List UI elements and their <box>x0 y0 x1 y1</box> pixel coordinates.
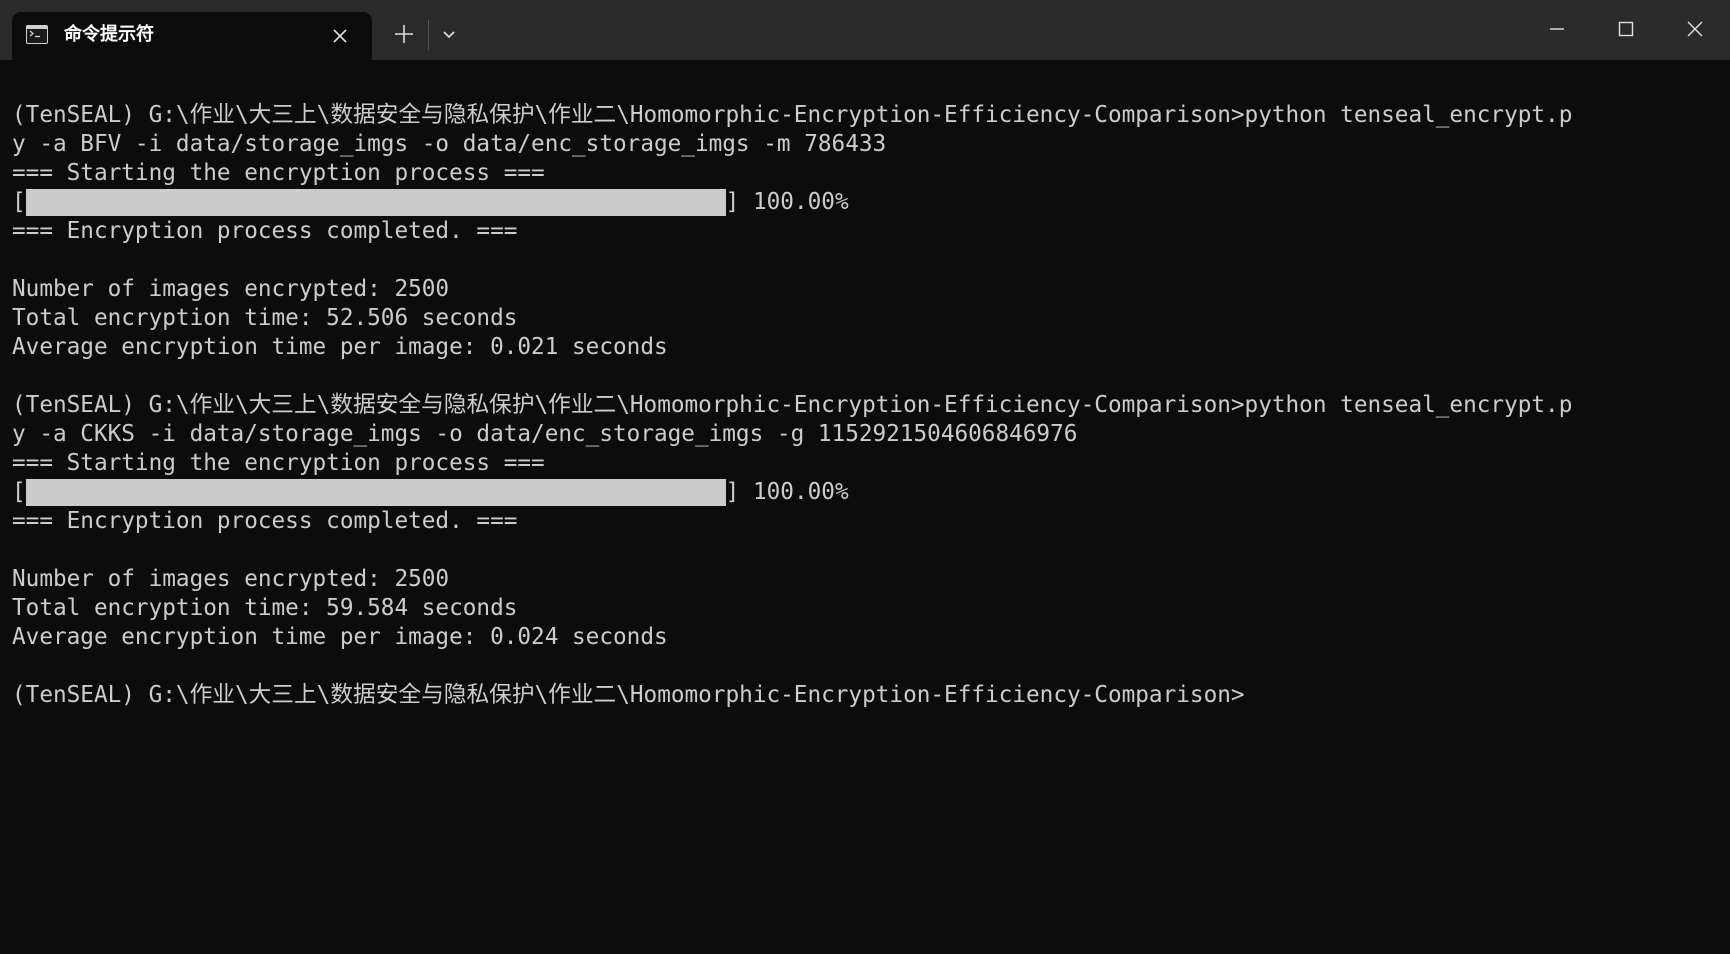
terminal-line: Total encryption time: 59.584 seconds <box>12 595 518 621</box>
tab-dropdown-button[interactable] <box>440 26 458 44</box>
terminal-line: (TenSEAL) G:\作业\大三上\数据安全与隐私保护\作业二\Homomo… <box>12 102 1573 128</box>
terminal-line: Average encryption time per image: 0.024… <box>12 624 668 650</box>
progress-line: [ ] 100.00% <box>12 188 1718 217</box>
close-window-button[interactable] <box>1680 14 1710 44</box>
progress-bar <box>25 479 726 506</box>
terminal-line: === Starting the encryption process === <box>12 160 545 186</box>
progress-line: [ ] 100.00% <box>12 478 1718 507</box>
terminal-line: Number of images encrypted: 2500 <box>12 566 450 592</box>
terminal-line: Number of images encrypted: 2500 <box>12 276 450 302</box>
close-icon <box>1687 21 1703 37</box>
terminal-output[interactable]: (TenSEAL) G:\作业\大三上\数据安全与隐私保护\作业二\Homomo… <box>12 72 1718 710</box>
terminal-line: (TenSEAL) G:\作业\大三上\数据安全与隐私保护\作业二\Homomo… <box>12 392 1573 418</box>
maximize-button[interactable] <box>1611 14 1641 44</box>
progress-bar <box>25 189 726 216</box>
tab-title: 命令提示符 <box>64 24 154 45</box>
terminal-line: Total encryption time: 52.506 seconds <box>12 305 518 331</box>
terminal-window: 命令提示符 (TenSEAL) G:\作业\大三上\数据安全与隐私保护\作业二\… <box>0 0 1730 954</box>
title-bar: 命令提示符 <box>0 0 1730 60</box>
terminal-line: === Encryption process completed. === <box>12 218 518 244</box>
terminal-line: === Starting the encryption process === <box>12 450 545 476</box>
terminal-line: (TenSEAL) G:\作业\大三上\数据安全与隐私保护\作业二\Homomo… <box>12 682 1245 708</box>
progress-percent: ] 100.00% <box>725 189 849 215</box>
progress-open-bracket: [ <box>12 189 26 215</box>
terminal-line: y -a CKKS -i data/storage_imgs -o data/e… <box>12 421 1078 447</box>
cmd-icon <box>26 25 48 44</box>
progress-bar-fill <box>25 479 726 506</box>
maximize-icon <box>1618 21 1634 37</box>
tab-separator <box>428 20 429 50</box>
new-tab-button[interactable] <box>392 22 416 46</box>
terminal-line: Average encryption time per image: 0.021… <box>12 334 668 360</box>
progress-percent: ] 100.00% <box>725 479 849 505</box>
terminal-line: === Encryption process completed. === <box>12 508 518 534</box>
close-tab-icon[interactable] <box>328 24 352 48</box>
chevron-down-icon <box>443 31 455 39</box>
terminal-line: y -a BFV -i data/storage_imgs -o data/en… <box>12 131 887 157</box>
minimize-icon <box>1550 28 1564 30</box>
plus-icon <box>395 25 413 43</box>
tab-command-prompt[interactable]: 命令提示符 <box>12 12 372 60</box>
progress-open-bracket: [ <box>12 479 26 505</box>
progress-bar-fill <box>25 189 726 216</box>
minimize-button[interactable] <box>1542 14 1572 44</box>
